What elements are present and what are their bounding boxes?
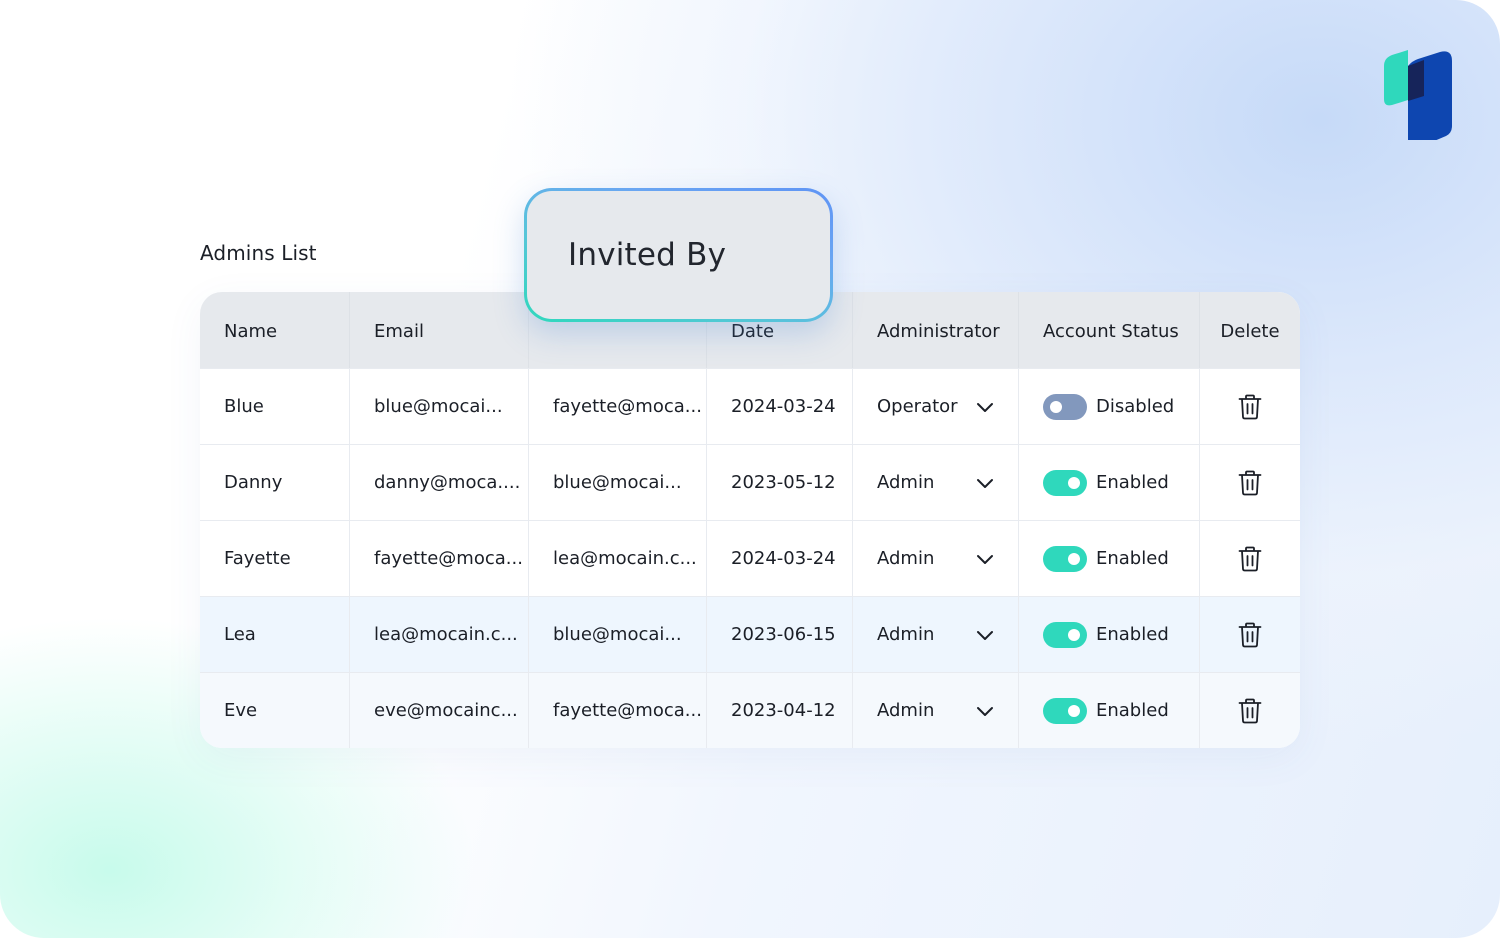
toggle-knob [1068,704,1080,717]
role-dropdown[interactable]: Operator [853,369,1019,444]
admin-date: 2024-03-24 [707,521,853,596]
trash-icon[interactable] [1238,622,1262,648]
table-row[interactable]: Blue blue@mocai... fayette@moca... 2024-… [200,368,1300,444]
status-toggle[interactable] [1043,545,1087,572]
admin-name: Danny [200,445,350,520]
admin-email: lea@mocain.c... [350,597,529,672]
delete-cell [1200,369,1300,444]
brand-logo-icon [1384,50,1452,140]
invited-by-label: Invited By [527,191,830,319]
role-dropdown[interactable]: Admin [853,445,1019,520]
admin-date: 2023-05-12 [707,445,853,520]
admin-email: fayette@moca... [350,521,529,596]
column-header-name[interactable]: Name [200,292,350,368]
status-toggle[interactable] [1043,697,1087,724]
status-label: Enabled [1096,700,1169,721]
admin-email: blue@mocai... [350,369,529,444]
admin-name: Fayette [200,521,350,596]
table-row[interactable]: Lea lea@mocain.c... blue@mocai... 2023-0… [200,596,1300,672]
table-body: Blue blue@mocai... fayette@moca... 2024-… [200,368,1300,748]
status-label: Disabled [1096,396,1175,417]
table-row[interactable]: Danny danny@moca.... blue@mocai... 2023-… [200,444,1300,520]
column-header-account-status[interactable]: Account Status [1019,292,1200,368]
delete-cell [1200,673,1300,748]
admin-name: Blue [200,369,350,444]
admin-invited-by: blue@mocai... [529,597,707,672]
background-canvas: Admins List Name Email Date Administrato… [0,0,1500,938]
admin-date: 2024-03-24 [707,369,853,444]
admin-invited-by: fayette@moca... [529,673,707,748]
admin-invited-by: fayette@moca... [529,369,707,444]
admin-email: danny@moca.... [350,445,529,520]
account-status: Enabled [1019,521,1200,596]
admins-table: Name Email Date Administrator Account St… [200,292,1300,748]
admin-name: Lea [200,597,350,672]
status-label: Enabled [1096,624,1169,645]
role-dropdown-value: Admin [877,548,935,569]
toggle-knob [1068,552,1080,565]
role-dropdown-value: Admin [877,472,935,493]
chevron-down-icon[interactable] [974,624,996,646]
delete-cell [1200,521,1300,596]
trash-icon[interactable] [1238,546,1262,572]
column-header-delete: Delete [1220,320,1280,342]
toggle-knob [1050,400,1062,413]
trash-icon[interactable] [1238,470,1262,496]
role-dropdown-value: Admin [877,624,935,645]
toggle-knob [1068,476,1080,489]
trash-icon[interactable] [1238,698,1262,724]
column-header-administrator[interactable]: Administrator [853,292,1019,368]
chevron-down-icon[interactable] [974,472,996,494]
chevron-down-icon[interactable] [974,396,996,418]
status-toggle[interactable] [1043,393,1087,420]
admin-invited-by: blue@mocai... [529,445,707,520]
column-header-email[interactable]: Email [350,292,529,368]
admin-name: Eve [200,673,350,748]
admin-date: 2023-04-12 [707,673,853,748]
admin-email: eve@mocainc... [350,673,529,748]
role-dropdown[interactable]: Admin [853,521,1019,596]
table-row[interactable]: Fayette fayette@moca... lea@mocain.c... … [200,520,1300,596]
admin-invited-by: lea@mocain.c... [529,521,707,596]
status-label: Enabled [1096,472,1169,493]
account-status: Disabled [1019,369,1200,444]
account-status: Enabled [1019,445,1200,520]
delete-cell [1200,597,1300,672]
status-toggle[interactable] [1043,621,1087,648]
chevron-down-icon[interactable] [974,548,996,570]
role-dropdown-value: Admin [877,700,935,721]
table-row[interactable]: Eve eve@mocainc... fayette@moca... 2023-… [200,672,1300,748]
status-label: Enabled [1096,548,1169,569]
trash-icon[interactable] [1238,394,1262,420]
invited-by-callout: Invited By [524,188,833,322]
account-status: Enabled [1019,597,1200,672]
status-toggle[interactable] [1043,469,1087,496]
role-dropdown[interactable]: Admin [853,673,1019,748]
chevron-down-icon[interactable] [974,700,996,722]
page-title: Admins List [200,241,317,265]
delete-cell [1200,445,1300,520]
role-dropdown[interactable]: Admin [853,597,1019,672]
admin-date: 2023-06-15 [707,597,853,672]
account-status: Enabled [1019,673,1200,748]
toggle-knob [1068,628,1080,641]
role-dropdown-value: Operator [877,396,958,417]
